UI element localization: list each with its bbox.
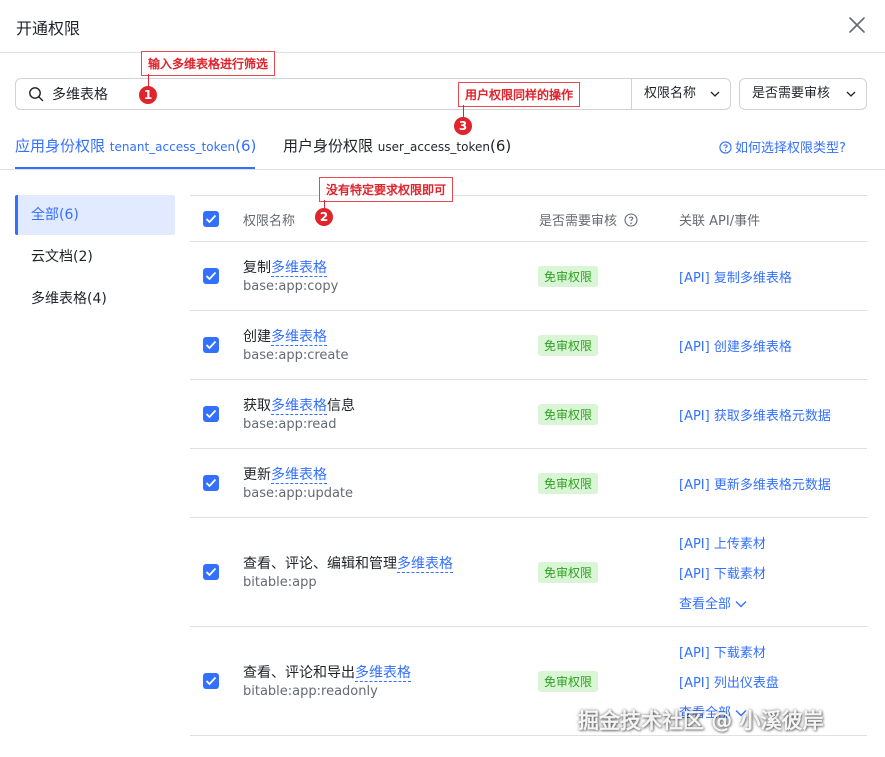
permission-tabs: 应用身份权限 tenant_access_token(6) 用户身份权限 use… (0, 124, 885, 170)
dialog-title: 开通权限 (16, 19, 81, 38)
status-badge: 免审权限 (538, 473, 599, 494)
permission-name-prefix: 复制 (243, 260, 271, 276)
view-all-link[interactable]: 查看全部 (679, 593, 747, 612)
tab-tenant-token: tenant_access_token (109, 140, 236, 154)
tab-user-count: (6) (489, 137, 512, 155)
table-row: 更新多维表格 base:app:update 免审权限 [API] 更新多维表格… (190, 449, 867, 518)
help-link[interactable]: 如何选择权限类型? (719, 137, 846, 156)
permission-name-prefix: 更新 (243, 467, 271, 483)
dialog-header: 开通权限 (0, 0, 885, 53)
status-badge: 免审权限 (538, 266, 599, 287)
permission-name-prefix: 查看、评论、编辑和管理 (243, 556, 397, 572)
api-link[interactable]: [API] 复制多维表格 (679, 267, 792, 286)
api-link[interactable]: [API] 列出仪表盘 (679, 672, 779, 691)
tab-user-token: user_access_token (377, 140, 490, 154)
permission-name-highlight: 多维表格 (397, 556, 453, 573)
permission-name-prefix: 获取 (243, 398, 271, 414)
permission-name: 创建多维表格 (243, 326, 327, 346)
api-link[interactable]: [API] 上传素材 (679, 533, 766, 552)
annotation-connector-2 (324, 200, 325, 208)
help-link-label: 如何选择权限类型? (735, 141, 846, 156)
permission-key: bitable:app:readonly (243, 684, 378, 699)
permission-key: base:app:create (243, 348, 349, 363)
tab-tenant-access[interactable]: 应用身份权限 tenant_access_token(6) (15, 135, 256, 156)
close-icon[interactable] (846, 14, 868, 36)
filter-review-required-label: 是否需要审核 (752, 86, 831, 101)
filter-permission-name-label: 权限名称 (644, 86, 697, 101)
api-link[interactable]: [API] 获取多维表格元数据 (679, 405, 831, 424)
permission-name-suffix: 信息 (327, 398, 355, 414)
chevron-down-icon (846, 91, 856, 97)
annotation-callout-2: 没有特定要求权限即可 (319, 177, 454, 202)
status-badge: 免审权限 (538, 404, 599, 425)
permission-name-prefix: 查看、评论和导出 (243, 665, 355, 681)
active-tab-indicator (15, 167, 255, 169)
row-checkbox[interactable] (203, 406, 219, 422)
row-checkbox[interactable] (203, 475, 219, 491)
status-badge: 免审权限 (538, 335, 599, 356)
chevron-down-icon (735, 601, 747, 608)
permission-key: bitable:app (243, 575, 317, 590)
annotation-connector-1 (148, 74, 149, 86)
tab-tenant-label: 应用身份权限 (15, 137, 106, 155)
sidebar-item-bitable[interactable]: 多维表格(4) (15, 279, 175, 319)
permission-key: base:app:copy (243, 279, 339, 294)
search-icon (28, 86, 44, 102)
filter-permission-name[interactable]: 权限名称 (631, 78, 731, 110)
row-checkbox[interactable] (203, 673, 219, 689)
row-checkbox[interactable] (203, 268, 219, 284)
annotation-callout-3: 用户权限同样的操作 (458, 82, 581, 107)
status-badge: 免审权限 (538, 562, 599, 583)
permission-name: 查看、评论、编辑和管理多维表格 (243, 553, 453, 573)
api-link[interactable]: [API] 下载素材 (679, 563, 766, 582)
header-permission-name: 权限名称 (243, 214, 296, 229)
permission-name: 获取多维表格信息 (243, 395, 355, 415)
sidebar-item-label: 全部(6) (31, 207, 79, 223)
question-icon (719, 141, 732, 154)
table-row: 复制多维表格 base:app:copy 免审权限 [API] 复制多维表格 (190, 242, 867, 311)
tab-tenant-count: (6) (235, 137, 257, 155)
sidebar-item-label: 云文档(2) (31, 249, 93, 265)
tab-user-label: 用户身份权限 (283, 137, 374, 155)
filter-review-required[interactable]: 是否需要审核 (739, 78, 867, 110)
permission-name-highlight: 多维表格 (271, 260, 327, 277)
api-link[interactable]: [API] 创建多维表格 (679, 336, 792, 355)
header-review-required: 是否需要审核 (539, 210, 638, 229)
view-all-label: 查看全部 (679, 597, 732, 612)
permission-name-highlight: 多维表格 (271, 329, 327, 346)
row-checkbox[interactable] (203, 564, 219, 580)
permission-name-highlight: 多维表格 (271, 398, 327, 415)
table-row: 创建多维表格 base:app:create 免审权限 [API] 创建多维表格 (190, 311, 867, 380)
select-all-checkbox[interactable] (203, 211, 219, 227)
annotation-marker-2: 2 (315, 208, 333, 226)
status-badge: 免审权限 (538, 671, 599, 692)
annotation-callout-1: 输入多维表格进行筛选 (141, 51, 276, 76)
sidebar-item-label: 多维表格(4) (31, 291, 107, 307)
question-icon[interactable] (624, 213, 638, 227)
permission-name: 更新多维表格 (243, 464, 327, 484)
permission-key: base:app:update (243, 486, 354, 501)
chevron-down-icon (710, 91, 720, 97)
permission-name: 复制多维表格 (243, 257, 327, 277)
annotation-connector-3 (463, 105, 464, 117)
header-related-api: 关联 API/事件 (679, 214, 761, 229)
tab-user-access[interactable]: 用户身份权限 user_access_token(6) (283, 135, 511, 156)
permission-name-highlight: 多维表格 (355, 665, 411, 682)
row-checkbox[interactable] (203, 337, 219, 353)
table-header: 权限名称 是否需要审核 关联 API/事件 (190, 195, 867, 242)
annotation-marker-3: 3 (454, 117, 472, 135)
api-link[interactable]: [API] 更新多维表格元数据 (679, 474, 831, 493)
table-row: 获取多维表格信息 base:app:read 免审权限 [API] 获取多维表格… (190, 380, 867, 449)
permission-name: 查看、评论和导出多维表格 (243, 662, 411, 682)
sidebar-item-docs[interactable]: 云文档(2) (15, 237, 175, 277)
permission-key: base:app:read (243, 417, 337, 432)
permission-name-highlight: 多维表格 (271, 467, 327, 484)
sidebar-item-all[interactable]: 全部(6) (15, 195, 175, 235)
watermark: 掘金技术社区 @ 小溪彼岸 (578, 709, 824, 733)
annotation-marker-1: 1 (139, 86, 157, 104)
table-row: 查看、评论、编辑和管理多维表格 bitable:app 免审权限 [API] 上… (190, 518, 867, 627)
header-review-label: 是否需要审核 (539, 214, 618, 229)
api-link[interactable]: [API] 下载素材 (679, 642, 766, 661)
permission-name-prefix: 创建 (243, 329, 271, 345)
